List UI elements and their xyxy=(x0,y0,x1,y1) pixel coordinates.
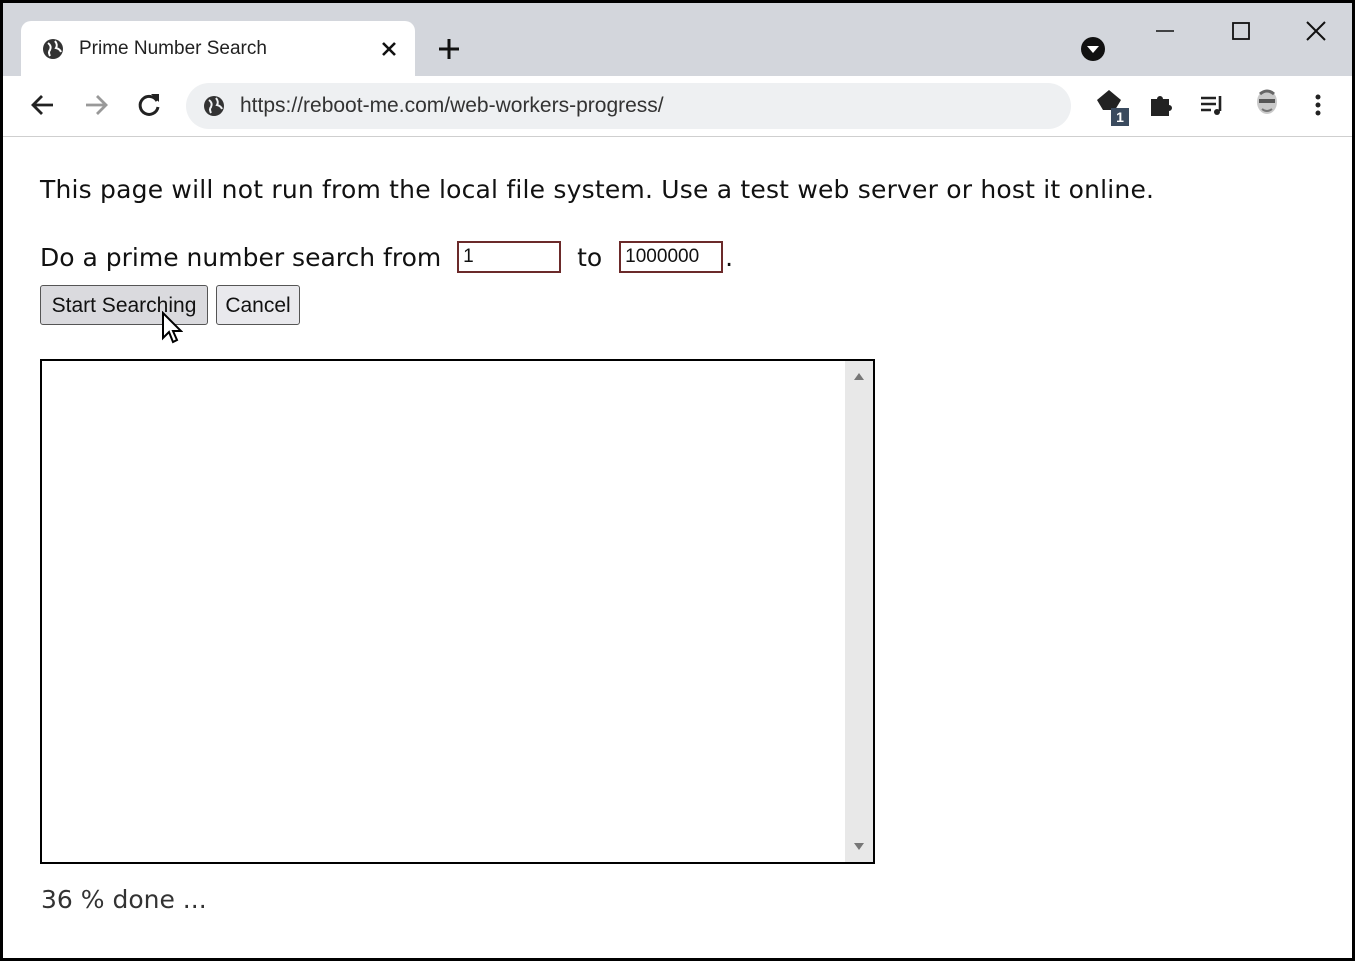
url-text: https://reboot-me.com/web-workers-progre… xyxy=(240,94,664,117)
kebab-menu-icon[interactable] xyxy=(1303,90,1333,120)
window-close-icon[interactable] xyxy=(1302,17,1330,45)
forward-arrow-icon[interactable] xyxy=(81,90,111,120)
search-to-label: to xyxy=(569,242,611,272)
extension-with-badge[interactable]: 1 xyxy=(1093,86,1133,126)
reload-icon[interactable] xyxy=(134,90,164,120)
search-prefix-label: Do a prime number search from xyxy=(40,242,450,272)
media-playlist-icon[interactable] xyxy=(1198,90,1228,120)
extension-badge: 1 xyxy=(1111,108,1129,126)
site-info-globe-icon[interactable] xyxy=(202,94,226,118)
puzzle-extensions-icon[interactable] xyxy=(1146,90,1176,120)
progress-status: 36 % done ... xyxy=(41,885,207,914)
from-number-input[interactable] xyxy=(457,241,562,273)
to-number-input[interactable] xyxy=(619,241,724,273)
globe-icon xyxy=(43,39,63,59)
vertical-scrollbar[interactable] xyxy=(845,361,873,862)
scroll-down-arrow-icon[interactable] xyxy=(853,842,865,852)
new-tab-icon[interactable] xyxy=(435,35,463,63)
scroll-up-arrow-icon[interactable] xyxy=(853,371,865,381)
search-range-line: Do a prime number search from to . xyxy=(40,241,733,273)
results-textarea[interactable] xyxy=(40,359,875,864)
tab-prime-number-search[interactable]: Prime Number Search xyxy=(21,21,415,77)
close-tab-icon[interactable] xyxy=(377,37,401,61)
maximize-icon[interactable] xyxy=(1227,17,1255,45)
tab-search-icon[interactable] xyxy=(1079,35,1107,63)
mouse-cursor-icon xyxy=(162,311,183,344)
cancel-button[interactable]: Cancel xyxy=(216,285,300,325)
tab-strip: Prime Number Search xyxy=(3,3,1352,77)
browser-window: Prime Number Search https://reboot-me.co… xyxy=(0,0,1355,961)
local-file-notice: This page will not run from the local fi… xyxy=(40,175,1155,204)
back-arrow-icon[interactable] xyxy=(28,90,58,120)
browser-toolbar: https://reboot-me.com/web-workers-progre… xyxy=(3,76,1352,137)
minimize-icon[interactable] xyxy=(1151,17,1179,45)
address-bar[interactable]: https://reboot-me.com/web-workers-progre… xyxy=(186,83,1071,129)
page-content: This page will not run from the local fi… xyxy=(3,137,1352,958)
profile-avatar-icon[interactable] xyxy=(1251,87,1283,123)
tab-title: Prime Number Search xyxy=(79,38,267,59)
search-suffix: . xyxy=(725,242,734,272)
